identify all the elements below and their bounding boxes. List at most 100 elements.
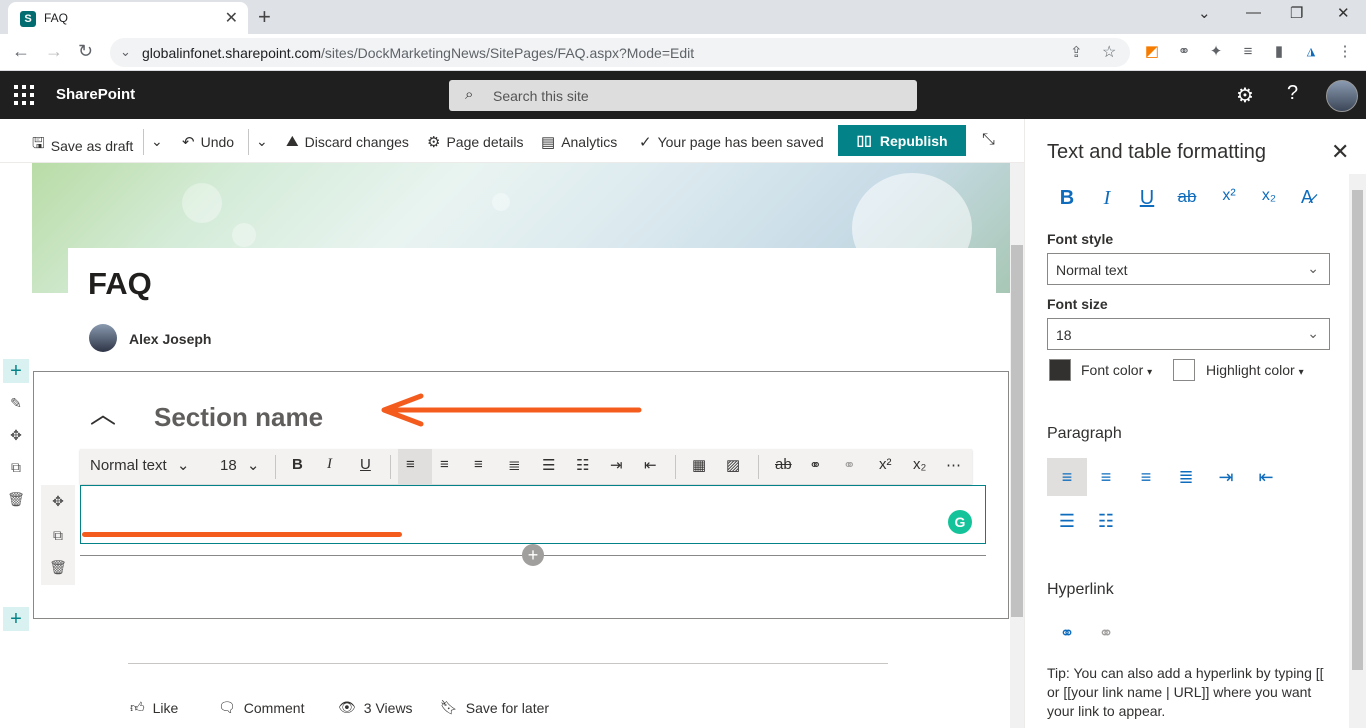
italic-icon[interactable]: I: [327, 456, 332, 473]
align-center-icon[interactable]: ≡: [1087, 458, 1125, 496]
bulleted-list-icon[interactable]: ☰: [542, 456, 555, 474]
add-webpart-button[interactable]: +: [522, 544, 544, 566]
underline-icon[interactable]: U: [1135, 187, 1159, 210]
undo-options-chevron-icon[interactable]: ⌄: [256, 133, 268, 150]
collapsible-section[interactable]: ︿ Section name Normal text ⌄ 18 ⌄ B I U …: [33, 371, 1009, 619]
analytics-extension-icon[interactable]: ◩: [1143, 43, 1161, 61]
font-color-button[interactable]: Font color ▾: [1081, 362, 1152, 378]
decrease-indent-icon[interactable]: ⇤: [1247, 458, 1285, 496]
page-details-button[interactable]: ⚙ Page details: [427, 133, 524, 151]
url-input[interactable]: ⌄ globalinfonet.sharepoint.com/sites/Doc…: [110, 38, 1130, 67]
brand-name[interactable]: SharePoint: [56, 86, 135, 103]
justify-icon[interactable]: ≣: [1167, 458, 1205, 496]
restore-icon[interactable]: ❐: [1290, 4, 1303, 22]
side-panel-icon[interactable]: ▮: [1270, 43, 1288, 61]
link-icon[interactable]: ⚭: [809, 456, 822, 474]
dock-extension-icon[interactable]: ◮: [1302, 43, 1320, 61]
align-right-icon[interactable]: ≡: [474, 456, 483, 473]
bookmark-star-icon[interactable]: ☆: [1102, 42, 1116, 62]
decrease-indent-icon[interactable]: ⇤: [644, 456, 657, 474]
insert-table-icon[interactable]: ▦: [692, 456, 706, 474]
grammarly-icon[interactable]: G: [948, 510, 972, 534]
close-tab-icon[interactable]: ✕: [225, 8, 238, 28]
font-size-select[interactable]: 18 ⌄: [1047, 318, 1330, 350]
bold-icon[interactable]: B: [1055, 187, 1079, 210]
subscript-icon[interactable]: x₂: [913, 456, 926, 473]
superscript-icon[interactable]: x²: [1217, 187, 1241, 205]
move-section-icon[interactable]: ✥: [6, 425, 26, 445]
justify-icon[interactable]: ≣: [508, 456, 521, 474]
save-for-later-button[interactable]: 🔖︎ Save for later: [440, 699, 549, 716]
link-icon[interactable]: ⚭: [1048, 614, 1086, 652]
font-style-dropdown[interactable]: Normal text ⌄: [90, 456, 189, 474]
bulleted-list-icon[interactable]: ☰: [1048, 502, 1086, 540]
save-options-chevron-icon[interactable]: ⌄: [151, 133, 163, 150]
align-left-icon[interactable]: ≡: [406, 456, 415, 473]
like-button[interactable]: 👍︎ Like: [130, 699, 178, 716]
back-icon[interactable]: ←: [12, 41, 30, 62]
highlight-color-swatch[interactable]: [1173, 359, 1195, 381]
bold-icon[interactable]: B: [292, 456, 303, 473]
undo-button[interactable]: ↶ Undo: [182, 133, 234, 151]
extension-link-icon[interactable]: ⚭: [1175, 43, 1193, 61]
unlink-icon[interactable]: ⚭: [1087, 614, 1125, 652]
font-color-swatch[interactable]: [1049, 359, 1071, 381]
canvas-scrollbar-thumb[interactable]: [1011, 245, 1023, 617]
superscript-icon[interactable]: x²: [879, 456, 892, 473]
align-left-icon[interactable]: ≡: [1048, 458, 1086, 496]
align-right-icon[interactable]: ≡: [1127, 458, 1165, 496]
app-launcher-icon[interactable]: [14, 85, 34, 105]
site-info-icon[interactable]: ⌄: [120, 44, 131, 60]
new-tab-icon[interactable]: +: [258, 4, 271, 30]
add-section-bottom-button[interactable]: +: [3, 607, 29, 631]
increase-indent-icon[interactable]: ⇥: [1207, 458, 1245, 496]
panel-scrollbar-thumb[interactable]: [1352, 190, 1363, 670]
duplicate-webpart-icon[interactable]: ⧉: [48, 525, 68, 545]
comment-button[interactable]: 🗨 Comment: [218, 699, 304, 716]
edit-section-icon[interactable]: ✎: [6, 393, 26, 413]
underline-icon[interactable]: U: [360, 456, 371, 473]
reload-icon[interactable]: ↻: [78, 41, 93, 62]
delete-webpart-icon[interactable]: 🗑: [48, 557, 68, 577]
user-avatar[interactable]: [1326, 80, 1358, 112]
strikethrough-icon[interactable]: ab: [1175, 187, 1199, 207]
increase-indent-icon[interactable]: ⇥: [610, 456, 623, 474]
save-as-draft-button[interactable]: 🖫 Save as draft: [32, 133, 133, 158]
numbered-list-icon[interactable]: ☷: [576, 456, 589, 474]
browser-tab[interactable]: S FAQ ✕: [8, 2, 248, 34]
forward-icon[interactable]: →: [45, 41, 63, 62]
delete-section-icon[interactable]: 🗑: [6, 489, 26, 509]
section-name[interactable]: Section name: [154, 402, 323, 433]
add-section-top-button[interactable]: +: [3, 359, 29, 383]
media-queue-icon[interactable]: ≡: [1239, 43, 1257, 61]
share-icon[interactable]: ⇪: [1070, 43, 1083, 61]
help-icon[interactable]: ?: [1287, 82, 1298, 105]
republish-button[interactable]: ▯▯ Republish: [838, 125, 966, 156]
author-name[interactable]: Alex Joseph: [129, 331, 211, 347]
align-center-icon[interactable]: ≡: [440, 456, 449, 473]
insert-image-icon[interactable]: ▨: [726, 456, 740, 474]
browser-menu-icon[interactable]: ⋮: [1336, 43, 1354, 61]
page-title[interactable]: FAQ: [88, 266, 152, 302]
minimize-icon[interactable]: —: [1246, 4, 1261, 21]
duplicate-section-icon[interactable]: ⧉: [6, 457, 26, 477]
font-style-select[interactable]: Normal text ⌄: [1047, 253, 1330, 285]
italic-icon[interactable]: I: [1095, 187, 1119, 210]
close-icon[interactable]: ✕: [1331, 139, 1349, 165]
more-options-icon[interactable]: ⋯: [946, 456, 961, 474]
subscript-icon[interactable]: x₂: [1257, 187, 1281, 205]
strikethrough-icon[interactable]: ab: [775, 456, 792, 473]
discard-changes-button[interactable]: ⛰ Discard changes: [286, 133, 409, 150]
analytics-button[interactable]: ▤ Analytics: [541, 133, 617, 151]
numbered-list-icon[interactable]: ☷: [1087, 502, 1125, 540]
tab-search-icon[interactable]: ⌄: [1198, 4, 1211, 22]
unlink-icon[interactable]: ⚭: [843, 456, 856, 474]
site-search-input[interactable]: ⌕ Search this site: [449, 80, 917, 111]
highlight-color-button[interactable]: Highlight color ▾: [1206, 362, 1304, 378]
clear-formatting-icon[interactable]: A̷: [1295, 187, 1319, 208]
close-window-icon[interactable]: ✕: [1337, 4, 1350, 22]
settings-gear-icon[interactable]: ⚙: [1236, 83, 1254, 108]
collapse-icon[interactable]: ⤡: [982, 131, 995, 149]
font-size-dropdown[interactable]: 18 ⌄: [220, 456, 259, 474]
chevron-up-icon[interactable]: ︿: [90, 394, 116, 431]
